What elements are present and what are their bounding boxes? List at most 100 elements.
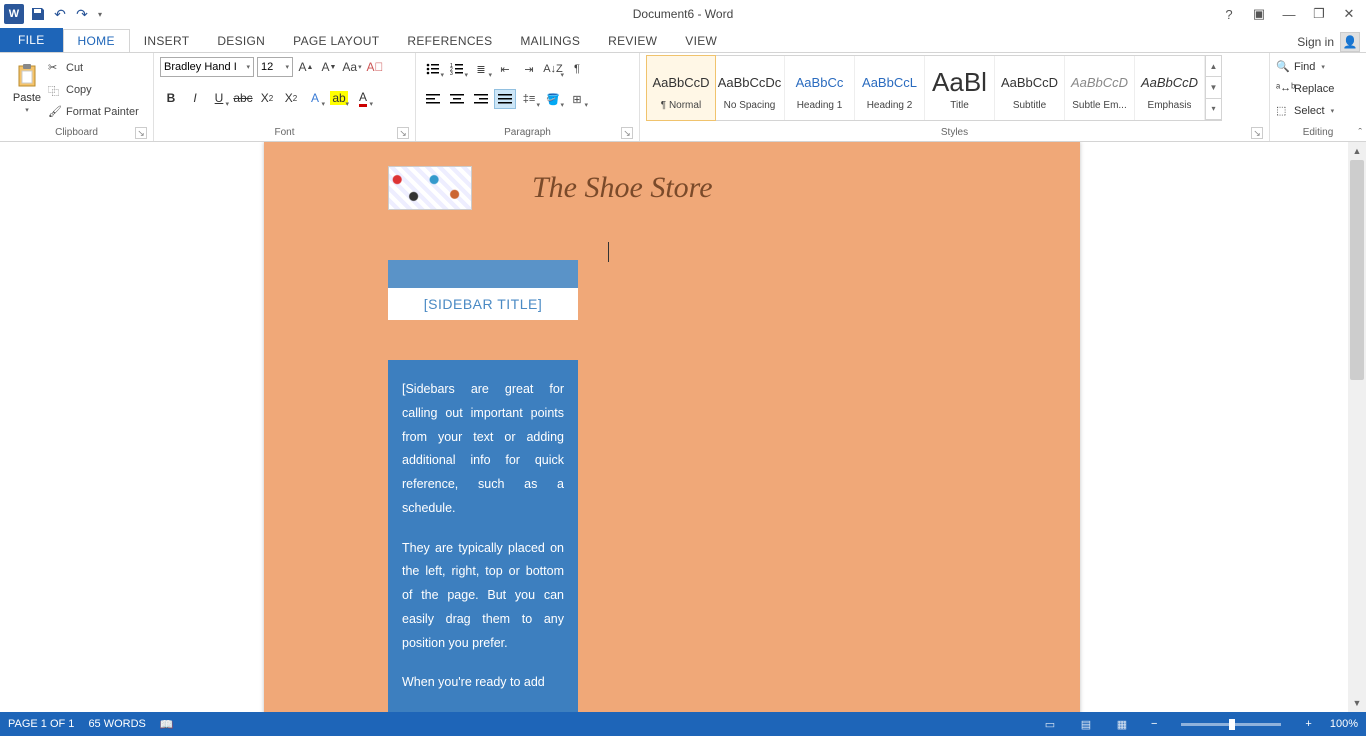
highlight-button[interactable]: ab bbox=[328, 87, 350, 109]
page[interactable]: The Shoe Store [SIDEBAR TITLE] [Sidebars… bbox=[264, 142, 1080, 712]
sort-button[interactable]: A↓Z bbox=[542, 59, 564, 79]
shading-button[interactable]: 🪣 bbox=[542, 89, 564, 109]
styles-launcher[interactable]: ↘ bbox=[1251, 127, 1263, 139]
document-title[interactable]: The Shoe Store bbox=[532, 171, 713, 205]
style-heading-1[interactable]: AaBbCcHeading 1 bbox=[785, 56, 855, 120]
strikethrough-button[interactable]: abc bbox=[232, 87, 254, 109]
scroll-down-icon[interactable]: ▼ bbox=[1348, 694, 1366, 712]
font-launcher[interactable]: ↘ bbox=[397, 127, 409, 139]
increase-indent-button[interactable]: ⇥ bbox=[518, 59, 540, 79]
tab-design[interactable]: DESIGN bbox=[203, 30, 279, 52]
clear-formatting-button[interactable]: A⃠ bbox=[365, 57, 385, 77]
help-icon[interactable]: ? bbox=[1220, 5, 1238, 23]
copy-button[interactable]: ⿻Copy bbox=[48, 79, 139, 101]
change-case-button[interactable]: Aa bbox=[342, 57, 362, 77]
justify-button[interactable] bbox=[494, 89, 516, 109]
collapse-ribbon-icon[interactable]: ˆ bbox=[1358, 127, 1362, 139]
tab-home[interactable]: HOME bbox=[63, 29, 130, 53]
redo-icon[interactable]: ↷ bbox=[74, 6, 90, 22]
italic-button[interactable]: I bbox=[184, 87, 206, 109]
tab-mailings[interactable]: MAILINGS bbox=[506, 30, 594, 52]
scroll-thumb[interactable] bbox=[1350, 160, 1364, 380]
show-marks-button[interactable]: ¶ bbox=[566, 59, 588, 79]
paste-button[interactable]: Paste ▾ bbox=[6, 55, 48, 121]
tab-review[interactable]: REVIEW bbox=[594, 30, 671, 52]
print-layout-icon[interactable]: ▤ bbox=[1075, 715, 1097, 733]
zoom-slider-knob[interactable] bbox=[1229, 719, 1235, 730]
style-subtitle[interactable]: AaBbCcDSubtitle bbox=[995, 56, 1065, 120]
minimize-icon[interactable]: — bbox=[1280, 5, 1298, 23]
undo-icon[interactable]: ↶ bbox=[52, 6, 68, 22]
align-right-button[interactable] bbox=[470, 89, 492, 109]
multilevel-list-button[interactable]: ≣ bbox=[470, 59, 492, 79]
align-left-button[interactable] bbox=[422, 89, 444, 109]
proofing-icon[interactable]: 📖 bbox=[160, 718, 174, 731]
clipboard-launcher[interactable]: ↘ bbox=[135, 127, 147, 139]
styles-scroll-up[interactable]: ▲ bbox=[1206, 56, 1221, 77]
select-button[interactable]: ⬚Select▾ bbox=[1276, 101, 1334, 121]
paragraph-launcher[interactable]: ↘ bbox=[621, 127, 633, 139]
format-painter-label: Format Painter bbox=[66, 106, 139, 118]
tab-view[interactable]: VIEW bbox=[671, 30, 731, 52]
qat-dropdown-icon[interactable]: ▾ bbox=[96, 10, 104, 19]
font-color-button[interactable]: A bbox=[352, 87, 374, 109]
vertical-scrollbar[interactable]: ▲ ▼ bbox=[1348, 142, 1366, 712]
zoom-level[interactable]: 100% bbox=[1330, 718, 1358, 730]
style-title[interactable]: AaBlTitle bbox=[925, 56, 995, 120]
sidebar-paragraph-3[interactable]: When you're ready to add bbox=[402, 671, 564, 695]
save-icon[interactable] bbox=[30, 6, 46, 22]
tab-references[interactable]: REFERENCES bbox=[393, 30, 506, 52]
superscript-button[interactable]: X2 bbox=[280, 87, 302, 109]
close-icon[interactable]: ✕ bbox=[1340, 5, 1358, 23]
format-painter-button[interactable]: 🖌Format Painter bbox=[48, 101, 139, 123]
grow-font-button[interactable]: A▲ bbox=[296, 57, 316, 77]
zoom-slider[interactable] bbox=[1181, 723, 1281, 726]
borders-button[interactable]: ⊞ bbox=[566, 89, 588, 109]
sidebar-title-text[interactable]: [SIDEBAR TITLE] bbox=[388, 288, 578, 320]
style-normal[interactable]: AaBbCcD¶ Normal bbox=[646, 55, 716, 121]
bullets-button[interactable] bbox=[422, 59, 444, 79]
scroll-up-icon[interactable]: ▲ bbox=[1348, 142, 1366, 160]
style-heading-2[interactable]: AaBbCcLHeading 2 bbox=[855, 56, 925, 120]
numbering-button[interactable]: 123 bbox=[446, 59, 468, 79]
select-label: Select bbox=[1294, 105, 1325, 117]
font-name-combo[interactable]: Bradley Hand I▾ bbox=[160, 57, 254, 77]
replace-button[interactable]: ᵃ↔ᵇReplace bbox=[1276, 79, 1334, 99]
shoes-image[interactable] bbox=[388, 166, 472, 210]
sidebar-paragraph-1[interactable]: [Sidebars are great for calling out impo… bbox=[402, 378, 564, 521]
style-emphasis[interactable]: AaBbCcDEmphasis bbox=[1135, 56, 1205, 120]
font-size-combo[interactable]: 12▾ bbox=[257, 57, 293, 77]
zoom-out-button[interactable]: − bbox=[1147, 718, 1161, 730]
cut-button[interactable]: ✂Cut bbox=[48, 57, 139, 79]
style-subtle-emphasis[interactable]: AaBbCcDSubtle Em... bbox=[1065, 56, 1135, 120]
tab-file[interactable]: FILE bbox=[0, 28, 63, 52]
find-label: Find bbox=[1294, 61, 1315, 73]
tab-insert[interactable]: INSERT bbox=[130, 30, 204, 52]
document-header: The Shoe Store bbox=[388, 166, 713, 210]
sidebar-title-box[interactable]: [SIDEBAR TITLE] bbox=[388, 260, 578, 320]
bold-button[interactable]: B bbox=[160, 87, 182, 109]
tab-page-layout[interactable]: PAGE LAYOUT bbox=[279, 30, 393, 52]
restore-icon[interactable]: ❐ bbox=[1310, 5, 1328, 23]
line-spacing-button[interactable]: ‡≡ bbox=[518, 89, 540, 109]
styles-scroll-down[interactable]: ▼ bbox=[1206, 77, 1221, 98]
sidebar-body[interactable]: [Sidebars are great for calling out impo… bbox=[388, 360, 578, 712]
style-no-spacing[interactable]: AaBbCcDcNo Spacing bbox=[715, 56, 785, 120]
ribbon-display-icon[interactable]: ▣ bbox=[1250, 5, 1268, 23]
styles-more[interactable]: ▾ bbox=[1206, 99, 1221, 120]
zoom-in-button[interactable]: + bbox=[1301, 718, 1315, 730]
subscript-button[interactable]: X2 bbox=[256, 87, 278, 109]
shrink-font-button[interactable]: A▼ bbox=[319, 57, 339, 77]
sidebar-paragraph-2[interactable]: They are typically placed on the left, r… bbox=[402, 537, 564, 656]
align-center-button[interactable] bbox=[446, 89, 468, 109]
find-button[interactable]: 🔍Find▾ bbox=[1276, 57, 1334, 77]
font-name-value: Bradley Hand I bbox=[164, 61, 237, 73]
sign-in[interactable]: Sign in 👤 bbox=[1297, 32, 1366, 52]
read-mode-icon[interactable]: ▭ bbox=[1039, 715, 1061, 733]
page-indicator[interactable]: PAGE 1 OF 1 bbox=[8, 718, 74, 730]
web-layout-icon[interactable]: ▦ bbox=[1111, 715, 1133, 733]
underline-button[interactable]: U bbox=[208, 87, 230, 109]
word-count[interactable]: 65 WORDS bbox=[88, 718, 145, 730]
decrease-indent-button[interactable]: ⇤ bbox=[494, 59, 516, 79]
text-effects-button[interactable]: A bbox=[304, 87, 326, 109]
